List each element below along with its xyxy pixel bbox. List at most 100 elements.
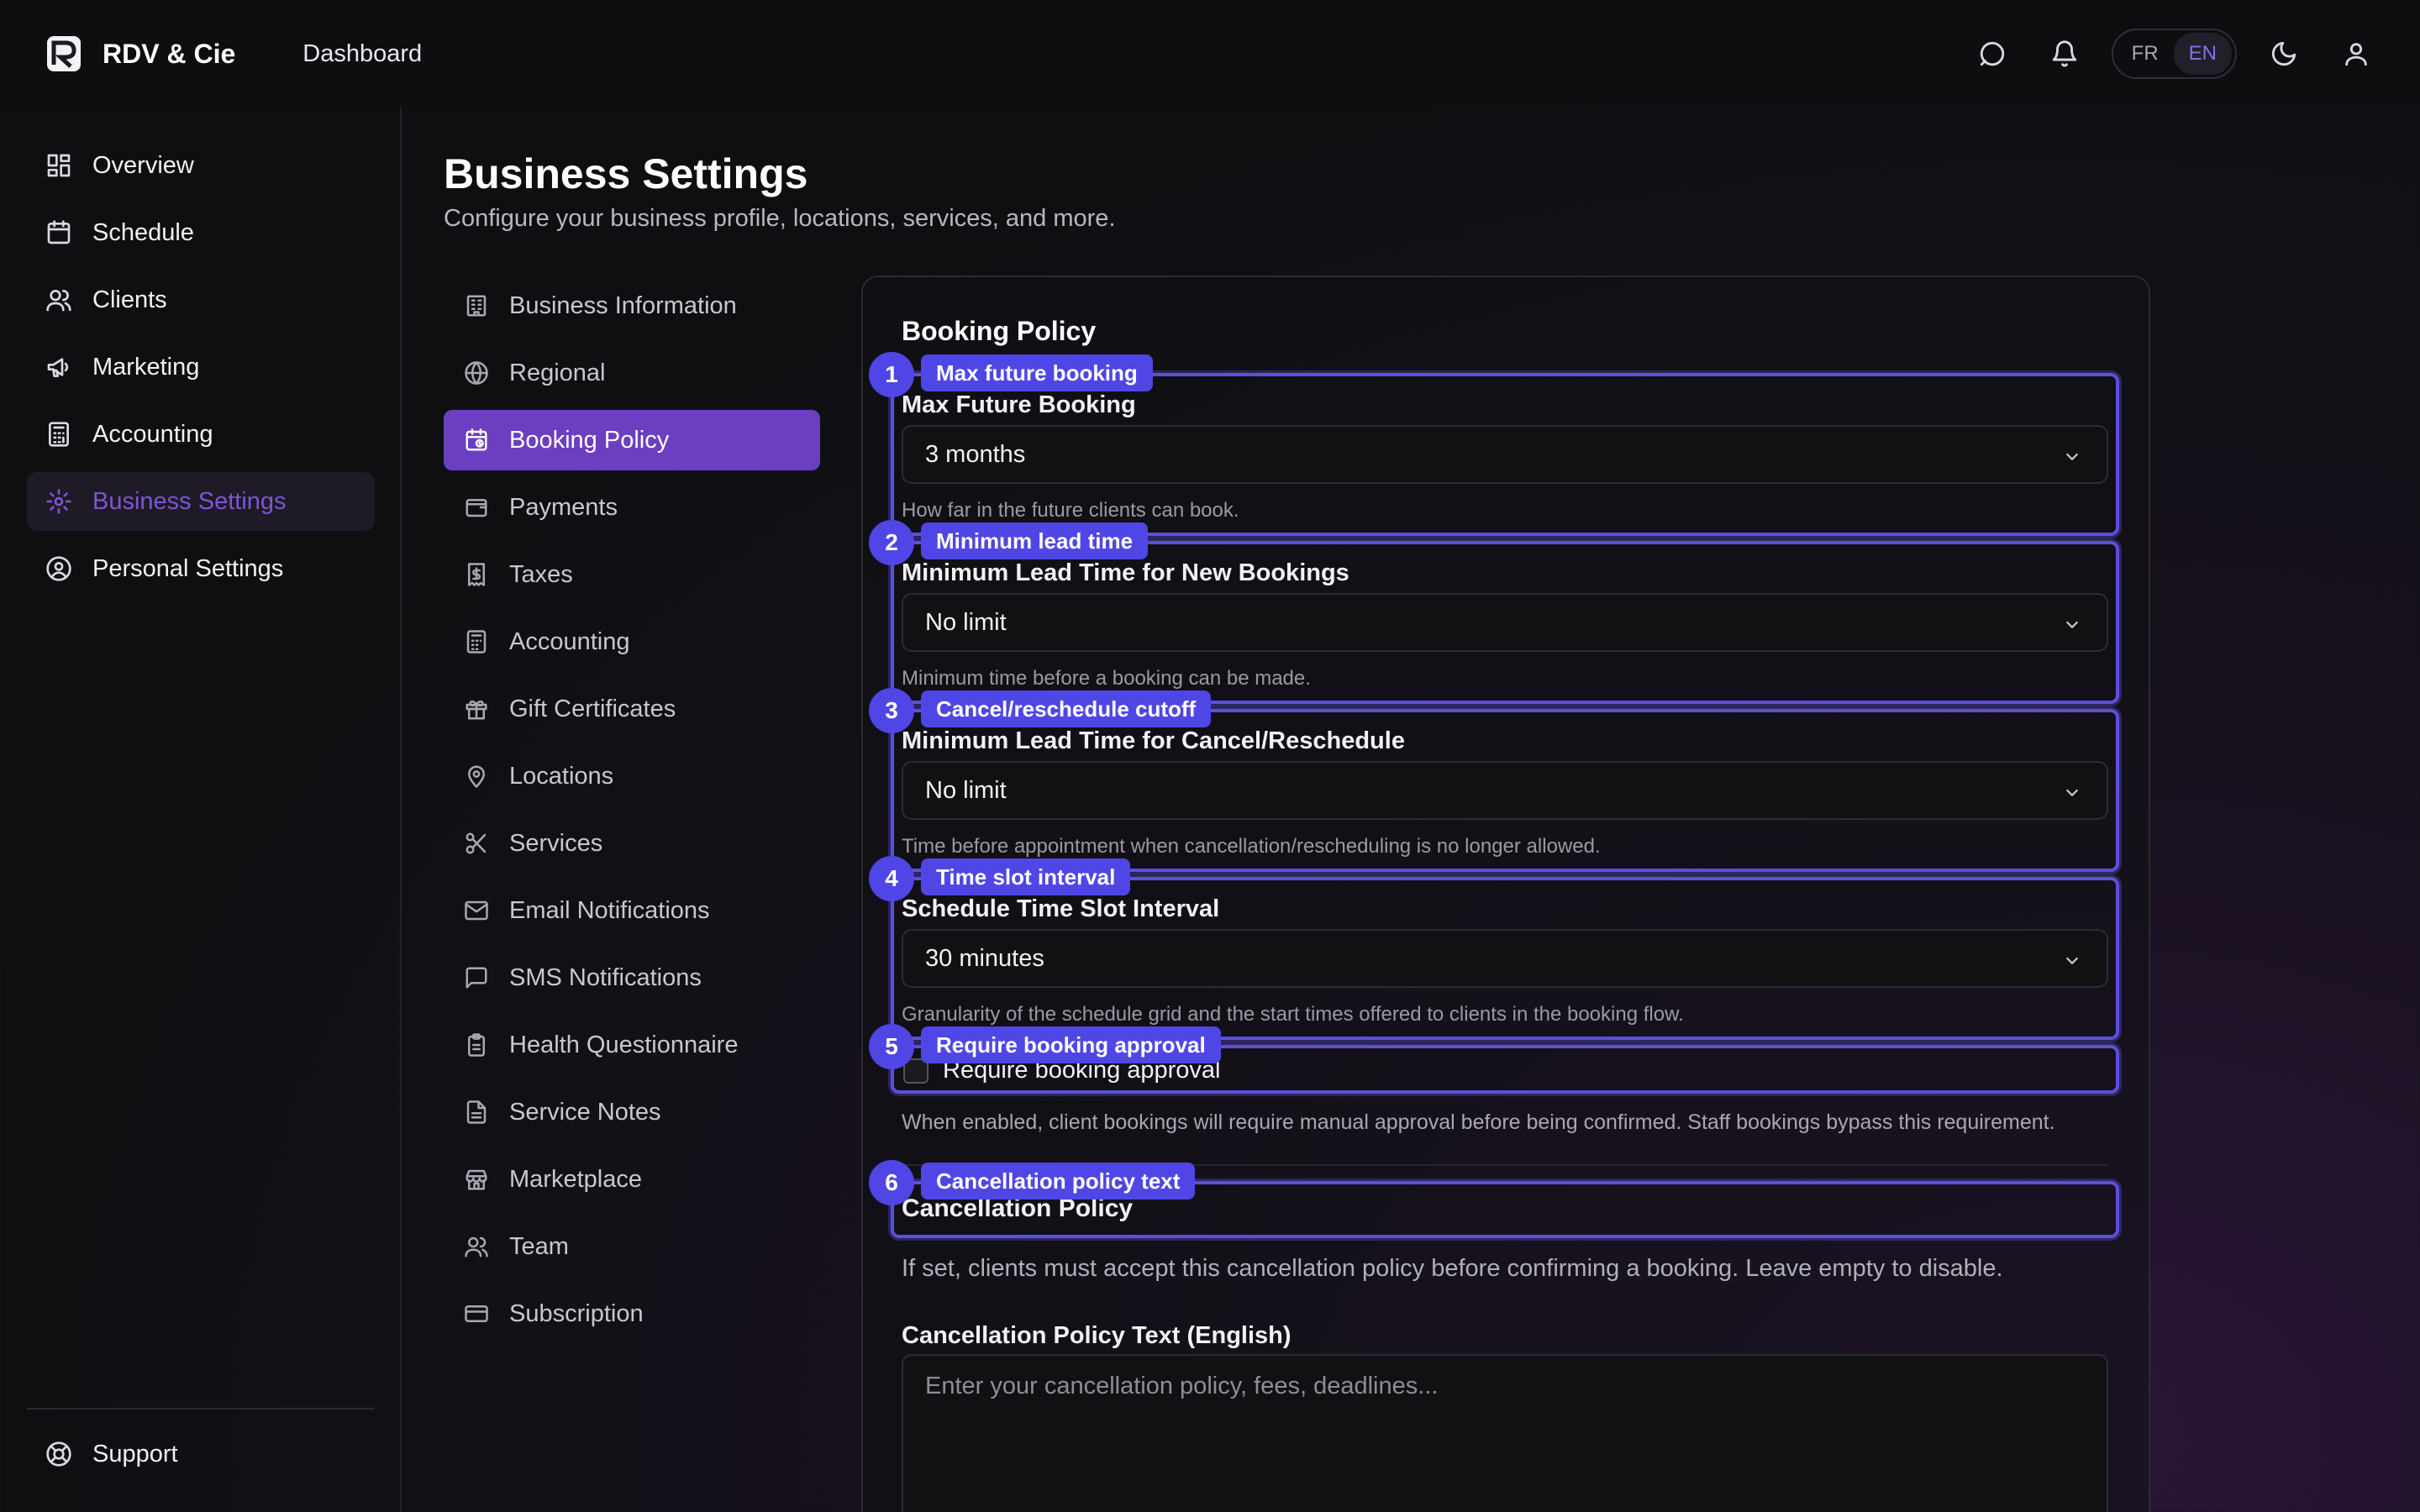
settings-nav-marketplace[interactable]: Marketplace [444,1149,820,1210]
building-icon [466,295,487,317]
logo-icon[interactable] [45,34,82,73]
user-icon [2345,43,2367,66]
cancellation-policy-hint: If set, clients must accept this cancell… [902,1255,2003,1282]
settings-nav-label: Marketplace [509,1165,642,1193]
sidebar-item-label: Accounting [92,420,213,448]
settings-nav-email-notifications[interactable]: Email Notifications [444,880,820,941]
lifebuoy-icon [46,1441,71,1467]
chat-button[interactable] [1967,29,2018,79]
settings-nav-team[interactable]: Team [444,1216,820,1277]
sidebar: Overview Schedule Clients Marketing Acco… [0,108,402,1512]
settings-nav-taxes[interactable]: Taxes [444,544,820,605]
sidebar-item-label: Schedule [92,218,194,246]
file-text-icon [466,1100,487,1124]
cancellation-text-input[interactable]: Enter your cancellation policy, fees, de… [902,1354,2108,1512]
users-icon [46,290,71,312]
brand-name[interactable]: RDV & Cie [103,39,235,70]
language-switcher: FR EN [2111,29,2237,79]
sidebar-item-label: Support [92,1440,178,1467]
sidebar-item-label: Overview [92,151,194,179]
settings-nav-services[interactable]: Services [444,813,820,874]
settings-nav-sms-notifications[interactable]: SMS Notifications [444,948,820,1008]
settings-nav-regional[interactable]: Regional [444,343,820,403]
settings-nav-label: Service Notes [509,1098,661,1126]
settings-nav-subscription[interactable]: Subscription [444,1284,820,1344]
annotation-number-5: 5 [869,1024,914,1069]
sidebar-item-marketing[interactable]: Marketing [27,338,375,396]
top-bar: RDV & Cie Dashboard FR EN [0,0,2420,108]
user-circle-icon [46,556,71,581]
settings-nav-label: Taxes [509,560,573,588]
sidebar-item-business-settings[interactable]: Business Settings [27,472,375,531]
annotation-number-1: 1 [869,352,914,397]
annotation-label-5: Require booking approval [921,1026,1221,1063]
annotation-box-2 [891,541,2119,704]
sidebar-item-support[interactable]: Support [27,1425,375,1483]
grid-icon [47,154,71,177]
settings-nav-label: Accounting [509,627,630,655]
settings-nav-label: Payments [509,493,618,521]
annotation-number-3: 3 [869,688,914,733]
require-approval-hint: When enabled, client bookings will requi… [902,1110,2055,1134]
sidebar-item-accounting[interactable]: Accounting [27,405,375,464]
clipboard-icon [468,1033,485,1057]
store-icon [466,1169,487,1190]
sidebar-item-clients[interactable]: Clients [27,270,375,329]
notifications-button[interactable] [2039,29,2090,79]
sidebar-divider [27,1408,375,1410]
sidebar-item-personal-settings[interactable]: Personal Settings [27,539,375,598]
message-square-icon [466,967,487,989]
calendar-clock-icon [466,428,487,451]
annotation-number-6: 6 [869,1160,914,1205]
lang-en[interactable]: EN [2173,33,2232,75]
settings-nav-label: Gift Certificates [509,695,676,722]
sidebar-item-label: Marketing [92,353,200,381]
settings-nav-locations[interactable]: Locations [444,746,820,806]
settings-nav-label: Regional [509,359,606,386]
settings-nav-label: Locations [509,762,614,790]
lang-fr[interactable]: FR [2117,33,2174,75]
annotation-box-1 [891,373,2119,536]
calculator-icon [466,630,487,654]
settings-nav-label: Email Notifications [509,896,710,924]
bell-icon [2052,40,2076,67]
annotation-label-3: Cancel/reschedule cutoff [921,690,1212,727]
annotation-box-3 [891,709,2119,872]
sidebar-item-schedule[interactable]: Schedule [27,203,375,262]
scissors-icon [466,832,487,854]
calculator-icon [49,422,69,447]
sidebar-item-label: Personal Settings [92,554,284,582]
sidebar-item-label: Clients [92,286,167,313]
gift-icon [466,700,487,720]
sidebar-item-label: Business Settings [92,487,287,515]
account-button[interactable] [2331,29,2381,79]
settings-nav-label: Team [509,1232,569,1260]
annotation-label-6: Cancellation policy text [921,1163,1196,1200]
settings-nav-business-information[interactable]: Business Information [444,276,820,336]
credit-card-icon [465,1305,488,1322]
chat-icon [1980,41,2004,66]
settings-nav-service-notes[interactable]: Service Notes [444,1082,820,1142]
settings-nav-health-questionnaire[interactable]: Health Questionnaire [444,1015,820,1075]
settings-nav-accounting[interactable]: Accounting [444,612,820,672]
settings-nav-label: Subscription [509,1299,644,1327]
settings-nav-booking-policy[interactable]: Booking Policy [444,410,820,470]
users-icon [465,1236,488,1257]
moon-icon [2271,41,2296,66]
settings-nav-label: Booking Policy [509,426,670,454]
theme-toggle[interactable] [2259,29,2309,79]
gear-icon [46,489,71,514]
cancellation-text-label: Cancellation Policy Text (English) [902,1322,1292,1349]
calendar-icon [47,220,71,244]
settings-nav-gift-certificates[interactable]: Gift Certificates [444,679,820,739]
annotation-label-4: Time slot interval [921,858,1131,895]
page-title: Business Settings [444,150,808,197]
mail-icon [465,900,488,921]
settings-nav-payments[interactable]: Payments [444,477,820,538]
nav-dashboard[interactable]: Dashboard [302,40,422,68]
settings-nav-label: Services [509,829,603,857]
map-pin-icon [468,765,485,788]
megaphone-icon [47,358,69,377]
sidebar-item-overview[interactable]: Overview [27,136,375,195]
settings-nav-label: SMS Notifications [509,963,702,991]
